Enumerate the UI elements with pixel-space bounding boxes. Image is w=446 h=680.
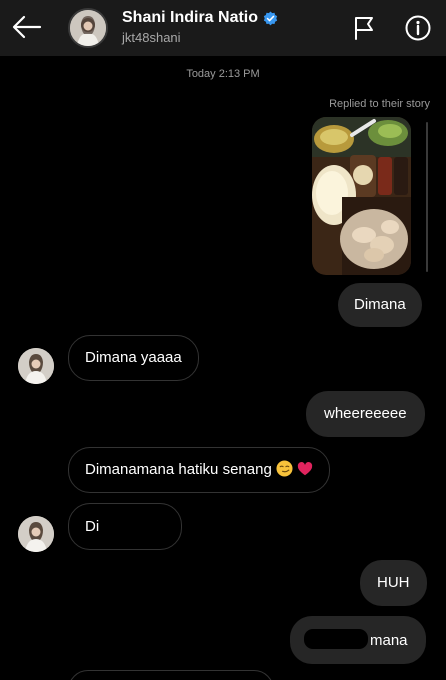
message-text: mana <box>370 632 408 649</box>
info-icon[interactable] <box>404 14 432 42</box>
message-text: Dimana yaaaa <box>85 349 182 366</box>
message-text: Dimana <box>354 296 406 313</box>
red-heart-emoji <box>297 462 313 476</box>
verified-badge-icon <box>263 10 278 25</box>
message-text: Dimanamana hatiku senang <box>85 461 272 478</box>
avatar-photo <box>70 10 106 46</box>
message-text: Di <box>85 518 100 535</box>
redacted-text <box>103 516 160 534</box>
back-arrow-icon[interactable] <box>10 12 44 42</box>
incoming-message[interactable] <box>68 670 274 680</box>
smirking-face-emoji <box>276 460 293 477</box>
story-food-photo <box>312 117 411 275</box>
outgoing-message[interactable]: HUH <box>360 560 427 606</box>
message-text: HUH <box>377 574 410 591</box>
story-reply-note: Replied to their story <box>329 98 430 110</box>
outgoing-message[interactable]: mana <box>290 616 426 664</box>
message-timestamp: Today 2:13 PM <box>186 68 260 80</box>
outgoing-message[interactable]: Dimana <box>338 283 422 327</box>
outgoing-message[interactable]: wheereeeee <box>306 391 425 437</box>
avatar-photo <box>18 516 54 552</box>
contact-name: Shani Indira Natio <box>122 9 259 26</box>
sender-avatar[interactable] <box>18 348 54 384</box>
message-text: wheereeeee <box>324 405 407 422</box>
flag-icon[interactable] <box>350 14 378 42</box>
redacted-text <box>304 629 368 649</box>
avatar-photo <box>18 348 54 384</box>
profile-avatar[interactable] <box>68 8 108 48</box>
incoming-message[interactable]: Di <box>68 503 182 550</box>
contact-username: jkt48shani <box>122 30 181 45</box>
scrollbar[interactable] <box>426 122 428 272</box>
incoming-message[interactable]: Dimana yaaaa <box>68 335 199 381</box>
story-thumbnail[interactable] <box>312 117 411 275</box>
sender-avatar[interactable] <box>18 516 54 552</box>
incoming-message[interactable]: Dimanamana hatiku senang <box>68 447 331 493</box>
header-title-block[interactable]: Shani Indira Natio jkt48shani <box>122 9 278 45</box>
chat-header: Shani Indira Natio jkt48shani <box>0 0 446 56</box>
